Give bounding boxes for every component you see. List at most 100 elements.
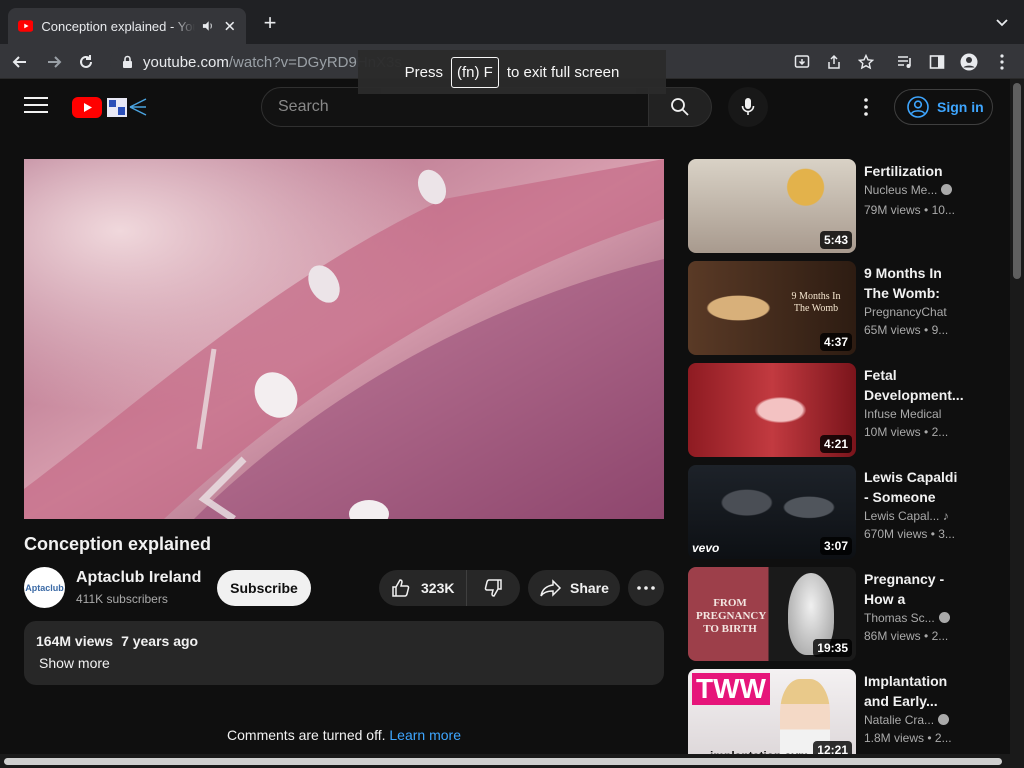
recommendation-item[interactable]: 4:21 Fetal Development... Infuse Medical… [688,363,978,457]
close-tab-icon[interactable] [224,20,236,32]
like-button[interactable]: 323K [379,570,467,606]
recommendation-title[interactable]: Lewis Capaldi - Someone You... [864,467,964,507]
tip-key: (fn) F [450,56,499,88]
vevo-logo-text: vevo [692,541,720,555]
views-label: 670M views [864,527,928,541]
recommendation-title[interactable]: Fetal Development... [864,365,964,405]
channel-label: Lewis Capal... [864,509,940,523]
verified-icon [938,612,950,623]
speaker-icon[interactable] [201,19,214,33]
settings-menu-button[interactable] [854,95,878,119]
recommendation-item[interactable]: 5:43 Fertilization Nucleus Me... 79M vie… [688,159,978,253]
show-more-button[interactable]: Show more [39,655,652,671]
recommendation-thumbnail[interactable]: 5:43 [688,159,856,253]
description-box[interactable]: 164M views 7 years ago Show more [24,621,664,685]
sign-in-button[interactable]: Sign in [894,89,993,125]
hamburger-menu-icon[interactable] [24,97,48,117]
video-player[interactable] [24,159,664,519]
side-panel-button[interactable] [925,50,949,74]
arrow-right-icon [48,56,62,68]
subscribe-button[interactable]: Subscribe [217,570,311,606]
channel-label: Natalie Cra... [864,713,935,727]
channel-name[interactable]: Aptaclub Ireland [76,569,201,587]
search-input[interactable] [278,98,648,116]
channel-avatar[interactable]: Aptaclub [24,567,65,608]
recommendation-thumbnail[interactable]: 4:21 [688,363,856,457]
recommendation-channel: PregnancyChat [864,305,947,319]
browser-tab[interactable]: Conception explained - YouTube [8,8,246,44]
upload-age: 7 years ago [121,633,199,649]
recommendation-title[interactable]: Fertilization [864,161,964,181]
dislike-button[interactable] [467,570,519,606]
share-upload-icon [828,54,840,69]
recommendation-channel: Lewis Capal... ♪ [864,509,964,523]
recommendation-title[interactable]: Pregnancy - How a Wonde... [864,569,964,609]
music-note-icon: ♪ [942,509,949,523]
youtube-doodle-logo-icon [72,97,147,118]
recommendation-item[interactable]: TWW implantation sym 12:21 Implantation … [688,669,978,763]
share-button[interactable]: Share [528,570,620,606]
lock-icon [123,55,132,68]
recommendation-title[interactable]: 9 Months In The Womb: A... [864,263,964,303]
install-icon [794,55,810,68]
recommendation-channel: Infuse Medical [864,407,942,421]
fullscreen-exit-tooltip: Press (fn) F to exit full screen [358,50,666,94]
like-count: 323K [421,580,455,596]
vertical-scrollbar-thumb[interactable] [1013,83,1021,279]
playlist-icon [898,56,911,68]
kebab-menu-icon [1000,54,1004,70]
kebab-menu-icon [864,98,868,116]
install-app-button[interactable] [790,50,814,74]
more-actions-button[interactable] [628,570,664,606]
back-button[interactable] [8,50,32,74]
tab-title: Conception explained - YouTube [41,18,195,34]
sign-in-label: Sign in [937,99,984,115]
forward-button[interactable] [42,50,66,74]
share-label: Share [570,580,609,596]
youtube-favicon-icon [18,20,34,32]
recommendation-channel: Nucleus Me... [864,183,964,197]
media-controls-button[interactable] [893,50,917,74]
horizontal-scrollbar-thumb[interactable] [4,758,1002,765]
view-count: 164M views [36,633,114,649]
recommendation-thumbnail[interactable]: TWW implantation sym 12:21 [688,669,856,763]
search-icon [671,98,689,116]
arrow-left-icon [12,56,26,68]
browser-menu-button[interactable] [990,50,1014,74]
channel-avatar-text: Aptaclub [25,582,64,593]
recommendation-thumbnail[interactable]: vevo 3:07 [688,465,856,559]
recommendation-item[interactable]: vevo 3:07 Lewis Capaldi - Someone You...… [688,465,978,559]
youtube-logo[interactable] [72,95,148,119]
horizontal-scrollbar[interactable] [0,754,1024,768]
vertical-scrollbar[interactable] [1010,79,1024,754]
age-label: • 3... [930,527,955,541]
share-arrow-icon [540,579,562,597]
video-duration: 5:43 [819,231,852,249]
new-tab-button[interactable]: + [258,12,282,36]
recommendation-item[interactable]: 9 Months In The Womb 4:37 9 Months In Th… [688,261,978,355]
recommendation-thumbnail[interactable]: 9 Months In The Womb 4:37 [688,261,856,355]
recommendation-meta: 1.8M views • 2... [864,731,964,745]
url-host: youtube.com [143,53,229,71]
channel-label: Nucleus Me... [864,183,938,197]
subscriber-count: 411K subscribers [76,592,168,606]
share-page-button[interactable] [822,50,846,74]
learn-more-link[interactable]: Learn more [389,727,461,743]
video-title: Conception explained [24,534,212,554]
recommendation-thumbnail[interactable]: FROM PREGNANCY TO BIRTH 19:35 [688,567,856,661]
views-label: 79M views [864,203,921,217]
views-label: 65M views [864,323,921,337]
recommendation-item[interactable]: FROM PREGNANCY TO BIRTH 19:35 Pregnancy … [688,567,978,661]
bookmark-button[interactable] [854,50,878,74]
profile-button[interactable] [957,50,981,74]
recommendation-title[interactable]: Implantation and Early... [864,671,964,711]
thumbs-up-icon [392,579,410,597]
views-label: 86M views [864,629,921,643]
comments-off-text: Comments are turned off. [227,727,386,743]
chevron-down-icon[interactable] [994,14,1010,30]
age-label: • 10... [924,203,955,217]
account-circle-icon [907,96,929,118]
voice-search-button[interactable] [728,87,768,127]
comments-disabled-notice: Comments are turned off. Learn more [24,727,664,743]
reload-button[interactable] [74,50,98,74]
